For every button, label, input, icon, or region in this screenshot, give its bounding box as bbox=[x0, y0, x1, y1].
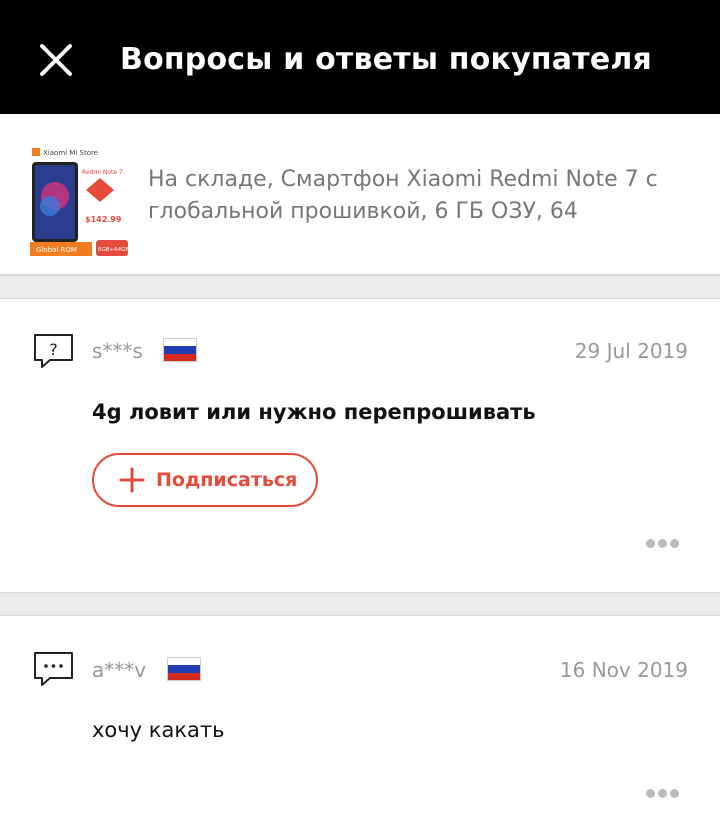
thumb-store: Xiaomi Mi Store bbox=[43, 149, 98, 157]
more-options-icon[interactable] bbox=[646, 789, 680, 799]
subscribe-button[interactable]: Подписаться bbox=[92, 453, 318, 507]
question-author: a***v bbox=[92, 658, 147, 682]
section-divider bbox=[0, 275, 720, 299]
thumb-rom: Global ROM bbox=[36, 246, 77, 254]
product-thumbnail[interactable]: Xiaomi Mi Store Redmi Note 7 $142.99 Glo… bbox=[30, 146, 130, 258]
thumb-model: Redmi Note 7 bbox=[82, 169, 123, 176]
chat-bubble-icon bbox=[32, 650, 76, 690]
svg-text:?: ? bbox=[49, 340, 58, 359]
more-options-icon[interactable] bbox=[646, 539, 680, 549]
question-date: 29 Jul 2019 bbox=[574, 339, 688, 363]
question-text[interactable]: 4g ловит или нужно перепрошивать bbox=[92, 400, 536, 424]
question-bubble-icon: ? bbox=[32, 332, 76, 372]
product-summary[interactable]: Xiaomi Mi Store Redmi Note 7 $142.99 Glo… bbox=[0, 114, 720, 275]
page-title: Вопросы и ответы покупателя bbox=[120, 42, 652, 77]
question-date: 16 Nov 2019 bbox=[559, 658, 688, 682]
thumb-price: $142.99 bbox=[85, 215, 122, 224]
top-bar: Вопросы и ответы покупателя bbox=[0, 0, 720, 114]
plus-icon bbox=[119, 467, 145, 493]
russia-flag-icon bbox=[167, 657, 201, 681]
question-author: s***s bbox=[92, 339, 143, 363]
product-description[interactable]: На складе, Смартфон Xiaomi Redmi Note 7 … bbox=[148, 164, 668, 228]
russia-flag-icon bbox=[163, 338, 197, 362]
section-divider bbox=[0, 592, 720, 616]
thumb-mem: 6GB+64GB bbox=[98, 247, 129, 253]
subscribe-label: Подписаться bbox=[156, 469, 298, 491]
question-text[interactable]: хочу какать bbox=[92, 718, 225, 742]
